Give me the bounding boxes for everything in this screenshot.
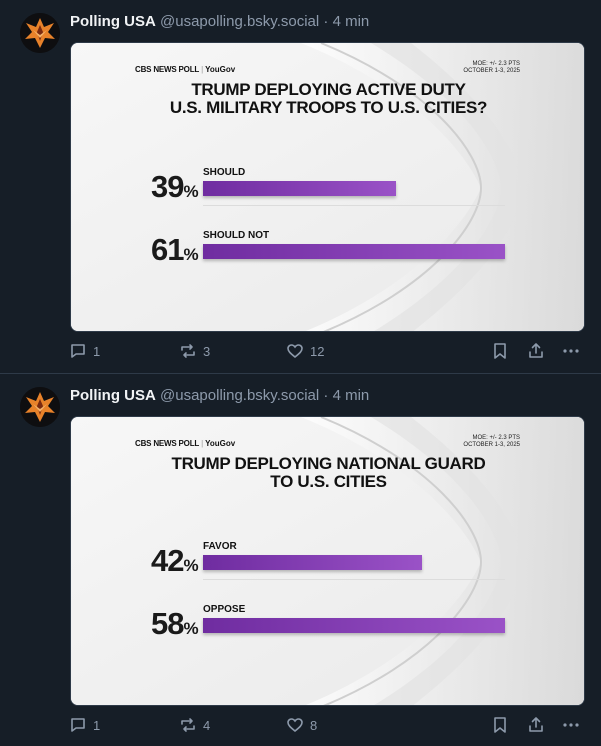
repost-button[interactable]: 4 xyxy=(179,716,210,734)
like-button[interactable]: 12 xyxy=(286,342,324,360)
post-header: Polling USA @usapolling.bsky.social · 4 … xyxy=(70,387,369,405)
more-options-button[interactable] xyxy=(562,342,580,360)
heart-icon xyxy=(287,718,303,733)
poll-question: TRUMP DEPLOYING NATIONAL GUARD TO U.S. C… xyxy=(171,454,486,491)
result-bar xyxy=(203,244,505,259)
result-label: SHOULD NOT xyxy=(203,230,270,241)
repost-button[interactable]: 3 xyxy=(179,342,210,360)
post-actions: 1 4 8 xyxy=(0,714,601,738)
result-bar xyxy=(203,181,397,196)
bookmark-button[interactable] xyxy=(491,716,509,734)
reply-count: 1 xyxy=(93,343,101,359)
result-percentage: 61% xyxy=(151,232,199,267)
separator-dot: · xyxy=(323,13,329,30)
speech-bubble-icon xyxy=(71,718,85,732)
poll-image[interactable]: CBS NEWS POLL | YouGov MOE: +/- 2.3 PTS OC… xyxy=(70,416,585,706)
more-options-button[interactable] xyxy=(562,716,580,734)
bookmark-button[interactable] xyxy=(491,342,509,360)
author-name[interactable]: Polling USA xyxy=(70,387,156,404)
cbs-yougov-logo: CBS NEWS POLL | YouGov xyxy=(135,65,236,74)
row-divider xyxy=(203,579,505,580)
post-time[interactable]: 4 min xyxy=(333,13,370,30)
poll-result-row: 42% FAVOR xyxy=(151,539,511,580)
like-button[interactable]: 8 xyxy=(286,716,317,734)
row-divider xyxy=(203,205,505,206)
post[interactable]: Polling USA @usapolling.bsky.social · 4 … xyxy=(0,374,601,746)
result-label: OPPOSE xyxy=(203,604,246,615)
like-count: 12 xyxy=(310,343,325,359)
author-handle[interactable]: @usapolling.bsky.social xyxy=(160,387,319,404)
more-dots-icon xyxy=(563,349,579,353)
avatar[interactable] xyxy=(20,387,60,427)
poll-question: TRUMP DEPLOYING ACTIVE DUTY U.S. MILITAR… xyxy=(169,80,488,117)
avatar[interactable] xyxy=(20,13,60,53)
margin-of-error: MOE: +/- 2.3 PTS OCTOBER 1-3, 2025 xyxy=(463,435,520,448)
share-button[interactable] xyxy=(527,716,545,734)
share-icon xyxy=(529,343,543,358)
post-time[interactable]: 4 min xyxy=(333,387,370,404)
author-handle[interactable]: @usapolling.bsky.social xyxy=(160,13,319,30)
result-percentage: 58% xyxy=(151,606,199,641)
polling-usa-logo-icon xyxy=(20,13,60,53)
result-bar xyxy=(203,555,422,570)
result-percentage: 39% xyxy=(151,169,199,204)
result-label: FAVOR xyxy=(203,541,237,552)
poll-result-row: 39% SHOULD xyxy=(151,165,511,206)
result-bar xyxy=(203,618,505,633)
cbs-yougov-logo: CBS NEWS POLL | YouGov xyxy=(135,439,236,448)
share-button[interactable] xyxy=(527,342,545,360)
repost-arrows-icon xyxy=(181,344,195,358)
result-label: SHOULD xyxy=(203,167,246,178)
speech-bubble-icon xyxy=(71,344,85,358)
cbs-news-poll-logo: CBS NEWS POLL xyxy=(135,439,200,448)
reply-button[interactable]: 1 xyxy=(69,716,100,734)
post[interactable]: Polling USA @usapolling.bsky.social · 4 … xyxy=(0,0,601,373)
polling-usa-logo-icon xyxy=(20,387,60,427)
share-icon xyxy=(529,717,543,732)
post-actions: 1 3 12 xyxy=(0,340,601,364)
cbs-news-poll-logo: CBS NEWS POLL xyxy=(135,65,200,74)
repost-count: 4 xyxy=(203,717,211,733)
poll-result-row: 61% SHOULD NOT xyxy=(151,228,511,268)
bookmark-icon xyxy=(494,343,506,359)
like-count: 8 xyxy=(310,717,318,733)
yougov-logo: YouGov xyxy=(205,439,236,448)
repost-count: 3 xyxy=(203,343,211,359)
reply-count: 1 xyxy=(93,717,101,733)
post-header: Polling USA @usapolling.bsky.social · 4 … xyxy=(70,13,369,31)
bookmark-icon xyxy=(494,717,506,733)
more-dots-icon xyxy=(563,723,579,727)
heart-icon xyxy=(287,344,303,359)
poll-result-row: 58% OPPOSE xyxy=(151,602,511,642)
margin-of-error: MOE: +/- 2.3 PTS OCTOBER 1-3, 2025 xyxy=(463,61,520,74)
separator-dot: · xyxy=(323,387,329,404)
yougov-logo: YouGov xyxy=(205,65,236,74)
reply-button[interactable]: 1 xyxy=(69,342,100,360)
poll-image[interactable]: CBS NEWS POLL | YouGov MOE: +/- 2.3 PTS OC… xyxy=(70,42,585,332)
author-name[interactable]: Polling USA xyxy=(70,13,156,30)
result-percentage: 42% xyxy=(151,543,199,578)
repost-arrows-icon xyxy=(181,718,195,732)
